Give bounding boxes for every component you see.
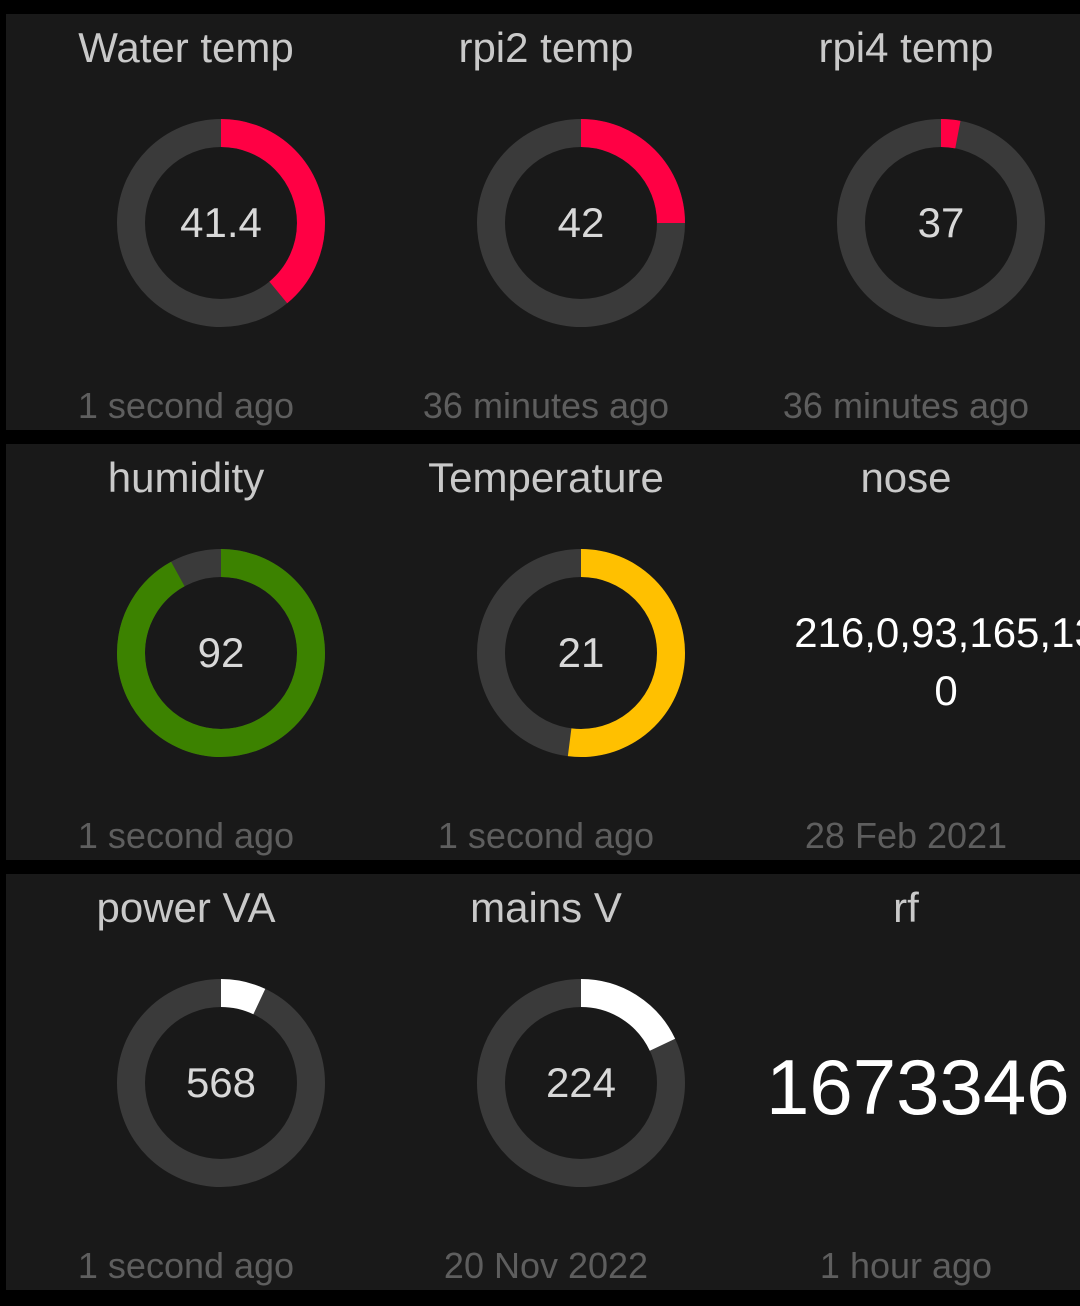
tile-title: rpi2 temp	[458, 24, 634, 71]
text-value-line: 0	[934, 667, 958, 714]
gauge-value: 42	[557, 199, 605, 246]
tile-title: mains V	[470, 884, 622, 931]
last-updated: 1 second ago	[77, 815, 295, 856]
tile-title: rf	[893, 884, 919, 931]
last-updated: 36 minutes ago	[422, 385, 670, 426]
last-updated: 1 second ago	[77, 1245, 295, 1286]
tile-title: rpi4 temp	[818, 24, 994, 71]
dashboard-row-2: humidity 92 1 second ago Temperature 21 …	[6, 444, 1080, 860]
last-updated: 1 hour ago	[819, 1245, 993, 1286]
tile-water-temp[interactable]: Water temp 41.4 1 second ago	[6, 14, 366, 430]
last-updated: 20 Nov 2022	[443, 1245, 649, 1286]
tile-mains-v[interactable]: mains V 224 20 Nov 2022	[366, 874, 726, 1290]
gauge-value: 568	[185, 1059, 257, 1106]
text-value-line: 216,0,93,165,13	[794, 609, 1080, 656]
tile-humidity[interactable]: humidity 92 1 second ago	[6, 444, 366, 860]
tile-nose[interactable]: nose 216,0,93,165,13 0 28 Feb 2021	[726, 444, 1080, 860]
gauge-value: 41.4	[180, 199, 262, 246]
donut-gauge: 42	[476, 118, 686, 328]
gauge-value: 21	[557, 629, 605, 676]
donut-gauge: 92	[116, 548, 326, 758]
donut-gauge: 21	[476, 548, 686, 758]
gauge-value: 224	[545, 1059, 617, 1106]
tile-title: humidity	[107, 454, 265, 501]
tile-title: Temperature	[428, 454, 664, 501]
text-sensor-value: 216,0,93,165,13 0	[726, 604, 1080, 720]
donut-gauge: 41.4	[116, 118, 326, 328]
last-updated: 1 second ago	[437, 815, 655, 856]
gauge-value: 37	[917, 199, 965, 246]
tile-rf[interactable]: rf 1673346 1 hour ago	[726, 874, 1080, 1290]
big-sensor-value: 1673346	[766, 1043, 1070, 1131]
last-updated: 28 Feb 2021	[804, 815, 1008, 856]
last-updated: 1 second ago	[77, 385, 295, 426]
donut-gauge: 37	[836, 118, 1046, 328]
donut-gauge: 568	[116, 978, 326, 1188]
tile-temperature[interactable]: Temperature 21 1 second ago	[366, 444, 726, 860]
tile-power-va[interactable]: power VA 568 1 second ago	[6, 874, 366, 1290]
donut-gauge: 224	[476, 978, 686, 1188]
tile-rpi4-temp[interactable]: rpi4 temp 37 36 minutes ago	[726, 14, 1080, 430]
dashboard-row-3: power VA 568 1 second ago mains V 224 20…	[6, 874, 1080, 1290]
tile-rpi2-temp[interactable]: rpi2 temp 42 36 minutes ago	[366, 14, 726, 430]
last-updated: 36 minutes ago	[782, 385, 1030, 426]
tile-title: power VA	[96, 884, 276, 931]
tile-title: Water temp	[78, 24, 294, 71]
tile-title: nose	[860, 454, 952, 501]
dashboard-row-1: Water temp 41.4 1 second ago rpi2 temp 4…	[6, 14, 1080, 430]
gauge-value: 92	[197, 629, 245, 676]
